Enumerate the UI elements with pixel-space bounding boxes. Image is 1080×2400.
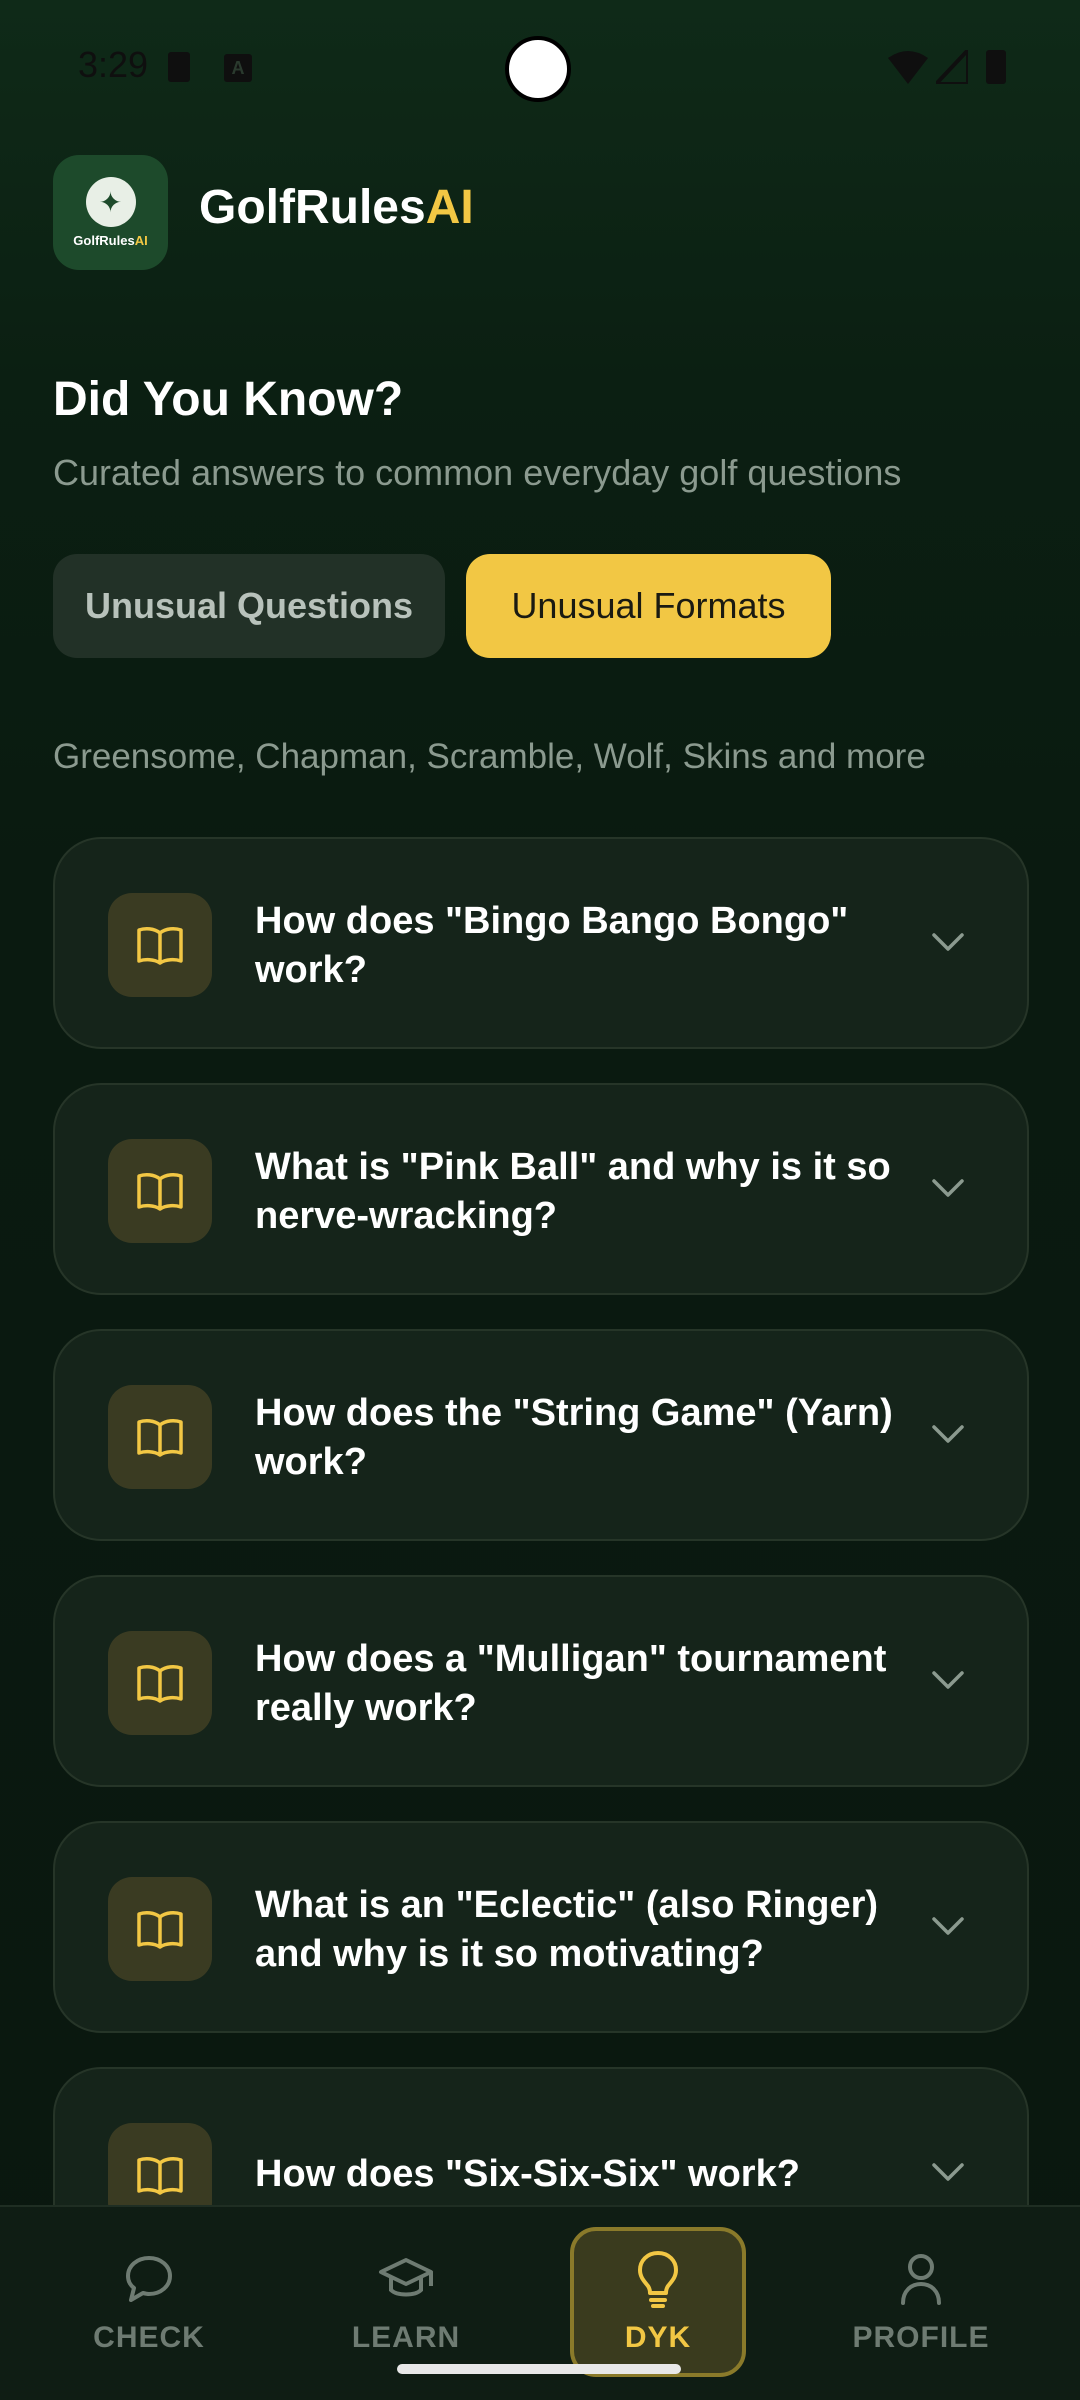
- question-card[interactable]: What is "Pink Ball" and why is it so ner…: [53, 1083, 1029, 1295]
- page-title: Did You Know?: [53, 373, 404, 426]
- screen: 3:29 A ✦ GolfRulesAI GolfRulesAI Did You…: [0, 0, 1080, 2400]
- chevron-down-icon[interactable]: [931, 1423, 965, 1445]
- status-bar: 3:29 A: [0, 0, 1080, 140]
- wifi-icon: [888, 51, 928, 84]
- book-icon: [108, 1385, 212, 1489]
- book-icon: [108, 893, 212, 997]
- front-camera: [505, 36, 571, 102]
- book-icon: [108, 1631, 212, 1735]
- graduation-cap-icon: [376, 2249, 436, 2309]
- question-list: How does "Bingo Bango Bongo" work? What …: [53, 837, 1029, 2313]
- question-card[interactable]: How does the "String Game" (Yarn) work?: [53, 1329, 1029, 1541]
- book-icon: [108, 1139, 212, 1243]
- nav-learn-label: LEARN: [351, 2321, 461, 2354]
- app-title: GolfRulesAI: [199, 180, 474, 235]
- question-text: How does a "Mulligan" tournament really …: [255, 1638, 887, 1729]
- app-logo: ✦ GolfRulesAI: [53, 155, 168, 270]
- status-time: 3:29: [78, 44, 149, 85]
- book-icon: [108, 1877, 212, 1981]
- keyboard-notification-icon: A: [224, 54, 252, 82]
- question-text: What is an "Eclectic" (also Ringer) and …: [255, 1884, 879, 1975]
- home-indicator[interactable]: [397, 2364, 681, 2374]
- chevron-down-icon[interactable]: [931, 1915, 965, 1937]
- chevron-down-icon[interactable]: [931, 1177, 965, 1199]
- chevron-down-icon[interactable]: [931, 931, 965, 953]
- tab-unusual-formats[interactable]: Unusual Formats: [466, 554, 831, 658]
- chevron-down-icon[interactable]: [931, 2161, 965, 2183]
- bird-icon: ✦: [85, 177, 136, 227]
- question-card[interactable]: What is an "Eclectic" (also Ringer) and …: [53, 1821, 1029, 2033]
- person-icon: [891, 2249, 951, 2309]
- chat-bubble-icon: [119, 2249, 179, 2309]
- tab-unusual-questions[interactable]: Unusual Questions: [53, 554, 445, 658]
- battery-icon: [986, 50, 1006, 84]
- question-text: How does the "String Game" (Yarn) work?: [255, 1392, 893, 1483]
- nav-dyk-label: DYK: [624, 2321, 692, 2354]
- lightbulb-icon: [628, 2249, 688, 2309]
- question-text: How does "Bingo Bango Bongo" work?: [255, 900, 849, 991]
- app-title-main: GolfRules: [199, 181, 426, 234]
- nav-check[interactable]: CHECK: [59, 2205, 239, 2400]
- signal-icon: [936, 50, 968, 84]
- app-title-accent: AI: [425, 181, 474, 234]
- chevron-down-icon[interactable]: [931, 1669, 965, 1691]
- logo-text: GolfRulesAI: [73, 233, 148, 248]
- question-text: How does "Six-Six-Six" work?: [255, 2153, 800, 2195]
- nav-profile[interactable]: PROFILE: [831, 2205, 1011, 2400]
- section-description: Greensome, Chapman, Scramble, Wolf, Skin…: [53, 737, 926, 776]
- nav-profile-label: PROFILE: [852, 2321, 990, 2354]
- nav-check-label: CHECK: [93, 2321, 205, 2354]
- page-subtitle: Curated answers to common everyday golf …: [53, 452, 902, 493]
- sd-card-icon: [168, 52, 190, 82]
- question-card[interactable]: How does "Bingo Bango Bongo" work?: [53, 837, 1029, 1049]
- question-text: What is "Pink Ball" and why is it so ner…: [255, 1146, 891, 1237]
- question-card[interactable]: How does a "Mulligan" tournament really …: [53, 1575, 1029, 1787]
- category-tabs: Unusual Questions Unusual Formats: [53, 554, 831, 658]
